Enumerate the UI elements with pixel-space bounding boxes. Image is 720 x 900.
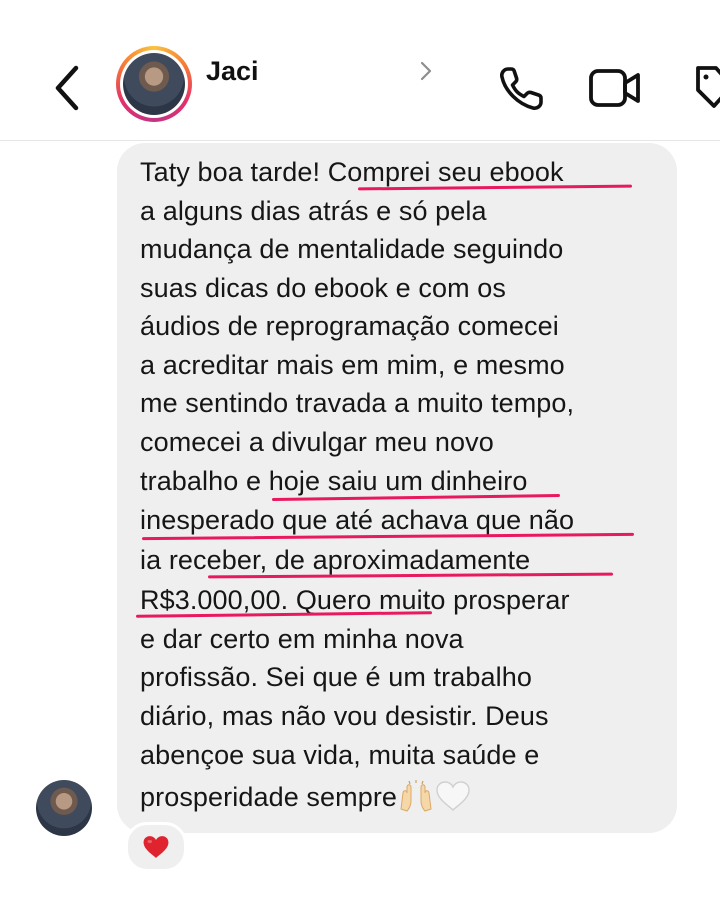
contact-avatar-photo xyxy=(123,53,185,115)
chevron-left-icon xyxy=(55,65,79,111)
message-line: abençoe sua vida, muita saúde e xyxy=(140,740,540,770)
video-camera-icon xyxy=(589,69,640,107)
sender-avatar[interactable] xyxy=(36,780,92,836)
message-line: trabalho e hoje saiu um dinheiro xyxy=(140,466,528,496)
message-line: a acreditar mais em mim, e mesmo xyxy=(140,350,565,380)
message-line: diário, mas não vou desistir. Deus xyxy=(140,701,549,731)
back-button[interactable] xyxy=(46,62,90,114)
message-line-last: prosperidade sempre xyxy=(140,779,471,819)
tag-icon xyxy=(696,66,720,108)
dm-conversation-screen: Jaci Taty boa tarde! Comprei seu ebook a… xyxy=(0,0,720,900)
message-line: me sentindo travada a muito tempo, xyxy=(140,388,575,418)
message-line: ia receber, de aproximadamente xyxy=(140,545,531,575)
white-heart-emoji xyxy=(435,780,471,818)
message-line: suas dicas do ebook e com os xyxy=(140,273,507,303)
audio-call-button[interactable] xyxy=(496,64,546,114)
contact-avatar[interactable] xyxy=(116,46,192,122)
video-call-button[interactable] xyxy=(588,66,642,110)
message-line: e dar certo em minha nova xyxy=(140,624,464,654)
red-heart-emoji xyxy=(143,836,169,858)
message-line: inesperado que até achava que não xyxy=(140,505,575,535)
chevron-right-icon[interactable] xyxy=(417,60,435,82)
message-line: Taty boa tarde! Comprei seu ebook xyxy=(140,157,564,187)
message-line: R$3.000,00. Quero muito prosperar xyxy=(140,585,570,615)
header-divider xyxy=(0,140,720,141)
message-line: mudança de mentalidade seguindo xyxy=(140,234,564,264)
tag-button[interactable] xyxy=(688,64,720,112)
message-line-text: prosperidade sempre xyxy=(140,782,398,813)
message-line: áudios de reprogramação comecei xyxy=(140,311,559,341)
message-reaction[interactable] xyxy=(125,822,187,872)
message-line: comecei a divulgar meu novo xyxy=(140,427,494,457)
message-line: profissão. Sei que é um trabalho xyxy=(140,662,532,692)
message-line: a alguns dias atrás e só pela xyxy=(140,196,487,226)
phone-icon xyxy=(500,67,543,110)
chat-header: Jaci xyxy=(0,0,720,140)
raising-hands-emoji xyxy=(397,779,435,819)
contact-name[interactable]: Jaci xyxy=(206,56,259,87)
